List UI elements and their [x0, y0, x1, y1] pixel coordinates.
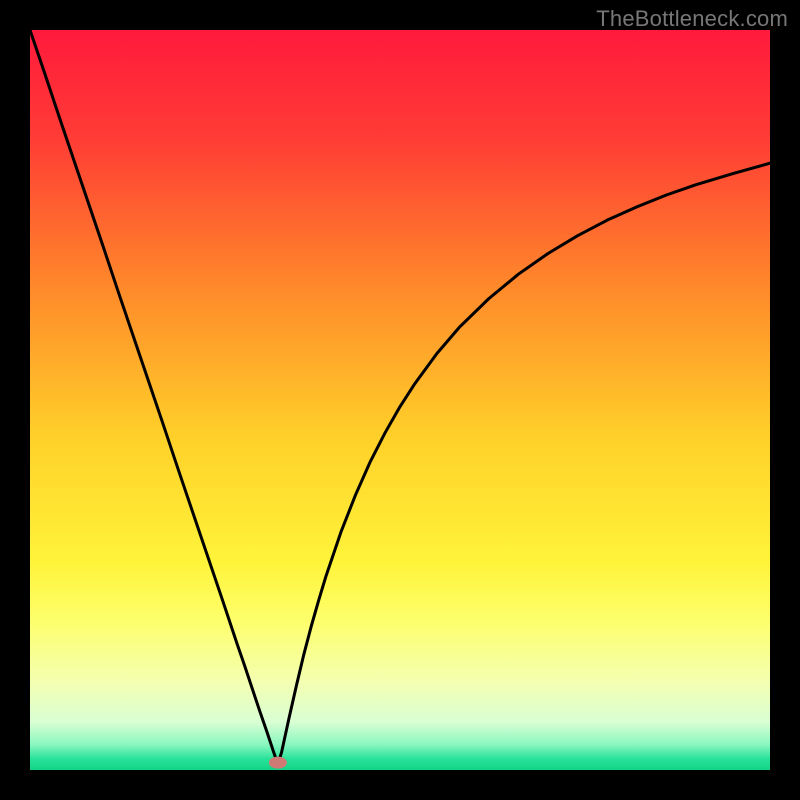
chart-svg — [30, 30, 770, 770]
gradient-background — [30, 30, 770, 770]
chart-frame: TheBottleneck.com — [0, 0, 800, 800]
plot-area — [30, 30, 770, 770]
watermark-text: TheBottleneck.com — [596, 6, 788, 32]
minimum-marker — [269, 757, 287, 769]
